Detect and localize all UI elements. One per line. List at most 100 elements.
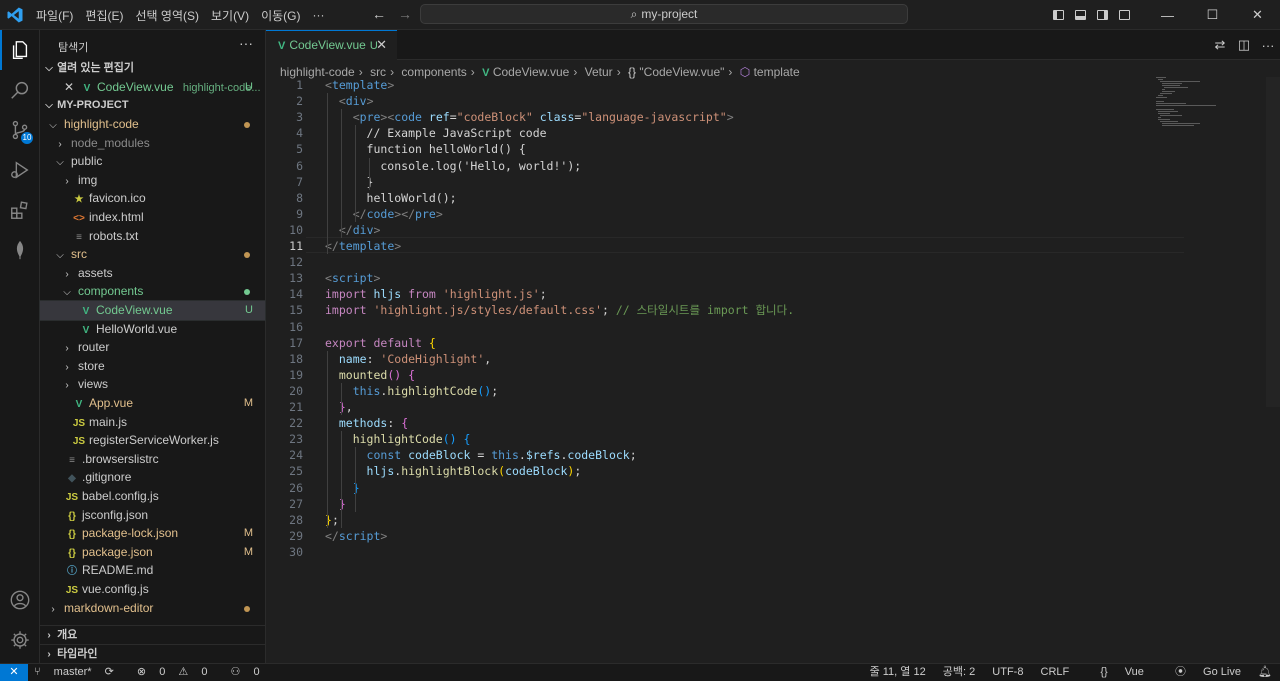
code-line[interactable]: highlightCode() { bbox=[325, 431, 471, 447]
end-of-line[interactable]: CRLF bbox=[1041, 666, 1070, 678]
customize-layout-icon[interactable] bbox=[1113, 0, 1135, 30]
tree-file[interactable]: JS main.js bbox=[40, 413, 265, 432]
breadcrumb-item[interactable]: Vetur bbox=[585, 65, 613, 79]
tree-folder[interactable]: › store bbox=[40, 357, 265, 376]
indentation[interactable]: 공백: 2 bbox=[943, 666, 975, 678]
code-line[interactable]: const codeBlock = this.$refs.codeBlock; bbox=[325, 447, 637, 463]
tree-file[interactable]: {} jsconfig.json bbox=[40, 506, 265, 525]
code-line[interactable]: mounted() { bbox=[325, 367, 415, 383]
back-arrow-icon[interactable]: ← bbox=[372, 6, 386, 22]
code-line[interactable]: import hljs from 'highlight.js'; bbox=[325, 286, 547, 302]
tree-file[interactable]: JS vue.config.js bbox=[40, 580, 265, 599]
branch-item[interactable]: ⑂ master* ⟳ bbox=[34, 666, 124, 678]
code-line[interactable]: }, bbox=[325, 399, 353, 415]
forward-arrow-icon[interactable]: → bbox=[398, 6, 412, 22]
tree-file[interactable]: V App.vue M bbox=[40, 394, 265, 413]
explorer-icon[interactable] bbox=[0, 30, 40, 70]
notifications-bell-icon[interactable]: 🔔︎ bbox=[1258, 666, 1272, 678]
language-mode[interactable]: {} Vue bbox=[1086, 666, 1144, 678]
open-changes-icon[interactable]: ⇄ bbox=[1208, 37, 1232, 53]
tree-file[interactable]: V HelloWorld.vue bbox=[40, 320, 265, 339]
tree-folder[interactable]: ⌵ components bbox=[40, 282, 265, 301]
code-line[interactable]: } bbox=[325, 496, 346, 512]
code-line[interactable]: <script> bbox=[325, 270, 380, 286]
tree-folder[interactable]: › img bbox=[40, 171, 265, 190]
toggle-primary-sidebar-icon[interactable] bbox=[1047, 0, 1069, 30]
encoding[interactable]: UTF-8 bbox=[992, 666, 1023, 678]
tree-file[interactable]: JS babel.config.js bbox=[40, 487, 265, 506]
code-line[interactable]: // Example JavaScript code bbox=[325, 125, 547, 141]
code-line[interactable]: } bbox=[325, 174, 374, 190]
accounts-icon[interactable] bbox=[0, 580, 40, 620]
breadcrumb-item[interactable]: "CodeView.vue" bbox=[639, 65, 724, 79]
menu-edit[interactable]: 편집(E) bbox=[79, 7, 129, 24]
tree-file[interactable]: V CodeView.vue U bbox=[39, 300, 266, 321]
breadcrumb-item[interactable]: CodeView.vue bbox=[493, 65, 570, 79]
mongodb-leaf-icon[interactable] bbox=[0, 230, 40, 270]
tree-folder[interactable]: ⌵ highlight-code bbox=[40, 115, 265, 134]
tree-file[interactable]: {} package-lock.json M bbox=[40, 524, 265, 543]
tab-close-icon[interactable]: ✕ bbox=[376, 31, 387, 59]
settings-gear-icon[interactable] bbox=[0, 620, 40, 660]
split-editor-icon[interactable]: ◫ bbox=[1232, 37, 1256, 53]
close-editor-icon[interactable]: ✕ bbox=[58, 78, 80, 97]
code-line[interactable]: methods: { bbox=[325, 415, 408, 431]
menu-selection[interactable]: 선택 영역(S) bbox=[129, 7, 205, 24]
menu-go[interactable]: 이동(G) bbox=[255, 7, 306, 24]
open-editors-header[interactable]: ⌵ 열려 있는 편집기 bbox=[40, 59, 265, 78]
tree-file[interactable]: ◆ .gitignore bbox=[40, 468, 265, 487]
command-center-search[interactable]: ⌕ my-project bbox=[420, 4, 908, 24]
tree-folder[interactable]: › node_modules bbox=[40, 134, 265, 153]
more-actions-icon[interactable]: ··· bbox=[1256, 38, 1280, 53]
breadcrumb-item[interactable]: template bbox=[754, 65, 800, 79]
code-line[interactable]: import 'highlight.js/styles/default.css'… bbox=[325, 302, 794, 318]
tree-folder[interactable]: › assets bbox=[40, 264, 265, 283]
code-line[interactable]: <pre><code ref="codeBlock" class="langua… bbox=[325, 109, 734, 125]
code-line[interactable]: console.log('Hello, world!'); bbox=[325, 158, 581, 174]
code-line[interactable]: export default { bbox=[325, 335, 436, 351]
close-window-icon[interactable]: ✕ bbox=[1235, 0, 1280, 30]
go-live[interactable]: ⦿ Go Live bbox=[1161, 666, 1241, 678]
menu-more[interactable]: ··· bbox=[306, 8, 330, 22]
source-control-icon[interactable]: 10 bbox=[0, 110, 40, 150]
problems-item[interactable]: ⊗ 0 ⚠ 0 bbox=[137, 666, 218, 678]
tree-folder[interactable]: ⌵ public bbox=[40, 152, 265, 171]
outline-header[interactable]: › 개요 bbox=[40, 625, 265, 645]
remote-indicator[interactable]: ✕ bbox=[0, 664, 28, 681]
tab-codeview[interactable]: V CodeView.vue U ✕ bbox=[266, 30, 397, 60]
toggle-panel-icon[interactable] bbox=[1069, 0, 1091, 30]
cursor-position[interactable]: 줄 11, 열 12 bbox=[870, 666, 926, 678]
tree-file[interactable]: ★ favicon.ico bbox=[40, 189, 265, 208]
vertical-scrollbar[interactable] bbox=[1266, 77, 1280, 407]
tree-file[interactable]: <> index.html bbox=[40, 208, 265, 227]
code-line[interactable]: </template> bbox=[325, 238, 401, 254]
toggle-secondary-sidebar-icon[interactable] bbox=[1091, 0, 1113, 30]
project-header[interactable]: ⌵ MY-PROJECT bbox=[40, 96, 265, 115]
code-line[interactable]: this.highlightCode(); bbox=[325, 383, 498, 399]
minimap[interactable] bbox=[1156, 77, 1236, 127]
timeline-header[interactable]: › 타임라인 bbox=[40, 644, 265, 664]
open-editor-item[interactable]: ✕ V CodeView.vue highlight-code... U bbox=[40, 78, 265, 97]
code-line[interactable]: </div> bbox=[325, 222, 381, 238]
maximize-icon[interactable]: ☐ bbox=[1190, 0, 1235, 30]
menu-file[interactable]: 파일(F) bbox=[30, 7, 79, 24]
tree-folder[interactable]: ⌵ src bbox=[40, 245, 265, 264]
tree-file[interactable]: ≡ robots.txt bbox=[40, 227, 265, 246]
code-line[interactable]: helloWorld(); bbox=[325, 190, 457, 206]
code-line[interactable]: </script> bbox=[325, 528, 387, 544]
code-line[interactable]: </code></pre> bbox=[325, 206, 443, 222]
ports-item[interactable]: ⚇ 0 bbox=[231, 666, 270, 678]
code-line[interactable]: <div> bbox=[325, 93, 374, 109]
run-debug-icon[interactable] bbox=[0, 150, 40, 190]
code-line[interactable]: hljs.highlightBlock(codeBlock); bbox=[325, 463, 582, 479]
tree-folder[interactable]: › views bbox=[40, 375, 265, 394]
tree-file[interactable]: ⓘ README.md bbox=[40, 561, 265, 580]
breadcrumb-item[interactable]: components bbox=[401, 65, 466, 79]
explorer-more-icon[interactable]: ··· bbox=[239, 35, 253, 51]
tree-folder[interactable]: › router bbox=[40, 338, 265, 357]
tree-folder[interactable]: › markdown-editor bbox=[40, 599, 265, 618]
code-line[interactable]: <template> bbox=[325, 77, 394, 93]
code-line[interactable]: name: 'CodeHighlight', bbox=[325, 351, 491, 367]
tree-file[interactable]: JS registerServiceWorker.js bbox=[40, 431, 265, 450]
search-activity-icon[interactable] bbox=[0, 70, 40, 110]
